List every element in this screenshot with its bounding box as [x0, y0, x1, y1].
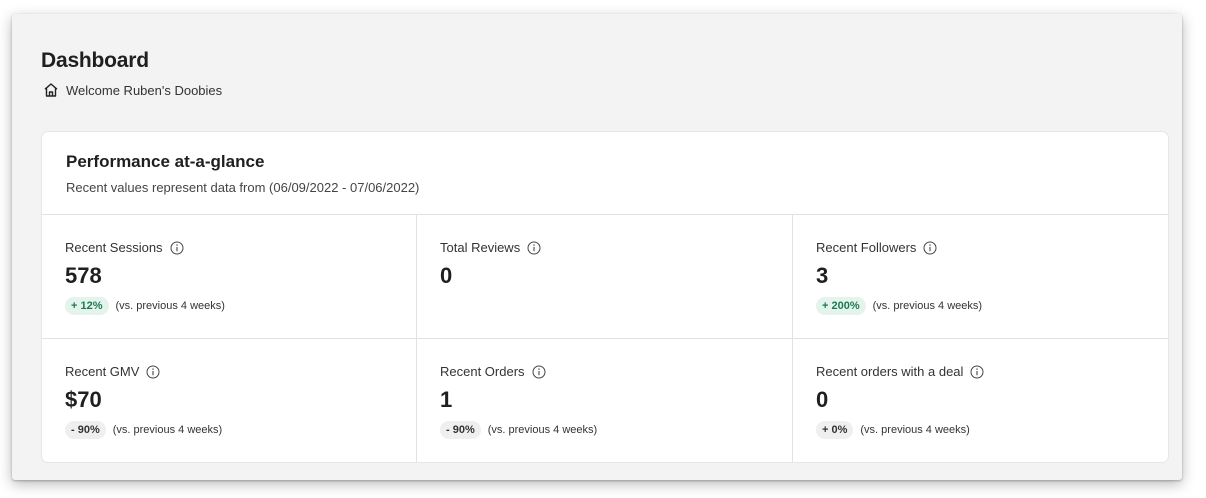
- metric-card-recent-gmv: Recent GMV $70 - 90% (vs. previous 4 wee…: [42, 339, 417, 462]
- comparison-text: (vs. previous 4 weeks): [487, 424, 598, 436]
- metric-change-row: + 12% (vs. previous 4 weeks): [65, 297, 225, 315]
- metrics-grid: Recent Sessions 578 + 12% (vs. previous …: [42, 215, 1168, 462]
- metric-card-recent-followers: Recent Followers 3 + 200% (vs. previous …: [793, 215, 1168, 339]
- metric-label: Recent Orders: [440, 364, 525, 379]
- performance-card-header: Performance at-a-glance Recent values re…: [42, 132, 1168, 215]
- change-badge: - 90%: [65, 421, 106, 439]
- metric-value: 1: [440, 387, 453, 412]
- comparison-text: (vs. previous 4 weeks): [112, 424, 223, 436]
- info-icon[interactable]: [146, 365, 160, 379]
- page-title: Dashboard: [41, 49, 149, 72]
- metric-change-row: - 90% (vs. previous 4 weeks): [440, 421, 597, 439]
- info-icon[interactable]: [970, 365, 984, 379]
- performance-subtitle: Recent values represent data from (06/09…: [66, 180, 420, 195]
- metric-change-row: + 0% (vs. previous 4 weeks): [816, 421, 970, 439]
- breadcrumb-text: Welcome Ruben's Doobies: [66, 82, 223, 98]
- metric-value: 578: [65, 263, 102, 288]
- metric-value: 0: [816, 387, 829, 412]
- metric-label: Recent Followers: [816, 240, 917, 255]
- info-icon[interactable]: [532, 365, 546, 379]
- info-icon[interactable]: [170, 241, 184, 255]
- metric-card-recent-orders: Recent Orders 1 - 90% (vs. previous 4 we…: [417, 339, 793, 462]
- breadcrumb: Welcome Ruben's Doobies: [43, 82, 222, 98]
- metric-label-row: Recent Orders: [440, 364, 546, 379]
- metric-label-row: Recent GMV: [65, 364, 160, 379]
- comparison-text: (vs. previous 4 weeks): [860, 424, 970, 436]
- performance-title: Performance at-a-glance: [66, 152, 265, 171]
- change-badge: + 200%: [816, 297, 866, 315]
- metric-label-row: Total Reviews: [440, 240, 541, 255]
- info-icon[interactable]: [527, 241, 541, 255]
- metric-label: Recent Sessions: [65, 240, 163, 255]
- metric-value: 3: [816, 263, 829, 288]
- metric-label-row: Recent Sessions: [65, 240, 184, 255]
- info-icon[interactable]: [923, 241, 937, 255]
- metric-card-recent-sessions: Recent Sessions 578 + 12% (vs. previous …: [42, 215, 417, 339]
- change-badge: + 0%: [816, 421, 854, 439]
- change-badge: + 12%: [65, 297, 109, 315]
- metric-label: Total Reviews: [440, 240, 521, 255]
- metric-value: 0: [440, 263, 453, 288]
- metric-label: Recent GMV: [65, 364, 140, 379]
- metric-label-row: Recent Followers: [816, 240, 937, 255]
- metric-card-total-reviews: Total Reviews 0: [417, 215, 793, 339]
- metric-value: $70: [65, 387, 102, 412]
- change-badge: - 90%: [440, 421, 481, 439]
- home-icon[interactable]: [43, 82, 59, 98]
- metric-change-row: + 200% (vs. previous 4 weeks): [816, 297, 982, 315]
- metric-label: Recent orders with a deal: [816, 364, 964, 379]
- metric-label-row: Recent orders with a deal: [816, 364, 984, 379]
- metric-change-row: - 90% (vs. previous 4 weeks): [65, 421, 222, 439]
- comparison-text: (vs. previous 4 weeks): [115, 300, 225, 312]
- metric-card-recent-orders-with-deal: Recent orders with a deal 0 + 0% (vs. pr…: [793, 339, 1168, 462]
- app-window: Dashboard Welcome Ruben's Doobies Perfor…: [12, 14, 1182, 480]
- performance-card: Performance at-a-glance Recent values re…: [42, 132, 1168, 462]
- comparison-text: (vs. previous 4 weeks): [872, 300, 983, 312]
